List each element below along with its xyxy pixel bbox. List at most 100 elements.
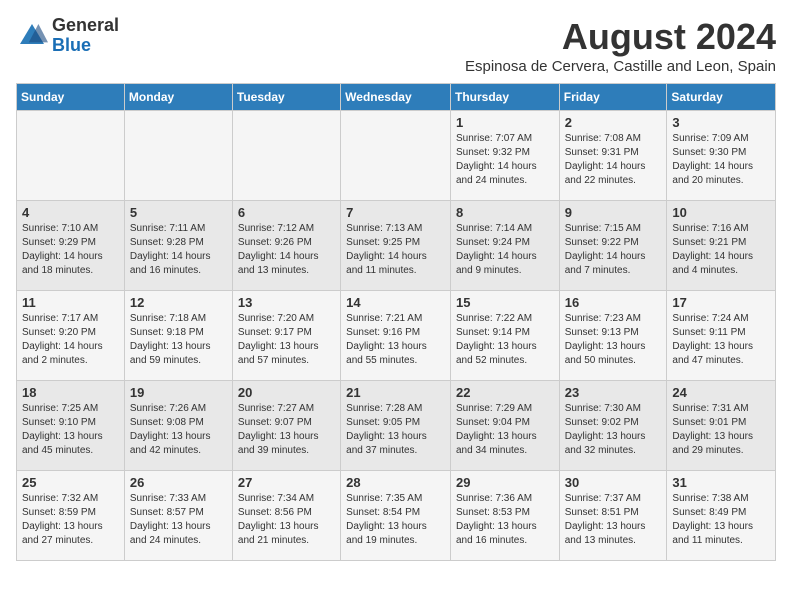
calendar-cell: 18Sunrise: 7:25 AM Sunset: 9:10 PM Dayli… [17,381,125,471]
calendar-cell: 15Sunrise: 7:22 AM Sunset: 9:14 PM Dayli… [450,291,559,381]
day-number: 4 [22,205,119,220]
day-number: 7 [346,205,445,220]
header-cell-tuesday: Tuesday [232,84,340,111]
calendar-cell [341,111,451,201]
day-number: 15 [456,295,554,310]
day-number: 5 [130,205,227,220]
day-number: 25 [22,475,119,490]
calendar-cell: 23 Sunrise: 7:30 AM Sunset: 9:02 PM Dayli… [559,381,667,471]
day-info: Sunrise: 7:09 AM Sunset: 9:30 PM Dayligh… [672,133,753,186]
day-info: Sunrise: 7:16 AM Sunset: 9:21 PM Dayligh… [672,223,753,276]
day-info: Sunrise: 7:12 AM Sunset: 9:26 PM Dayligh… [238,223,319,276]
day-number: 20 [238,385,335,400]
day-info: Sunrise: 7:34 AM Sunset: 8:56 PM Dayligh… [238,493,319,546]
calendar-cell: 5Sunrise: 7:11 AM Sunset: 9:28 PM Daylig… [124,201,232,291]
calendar-cell: 22 Sunrise: 7:29 AM Sunset: 9:04 PM Dayli… [450,381,559,471]
day-number: 27 [238,475,335,490]
week-row-5: 25 Sunrise: 7:32 AM Sunset: 8:59 PM Dayli… [17,471,776,561]
calendar-cell: 11Sunrise: 7:17 AM Sunset: 9:20 PM Dayli… [17,291,125,381]
day-number: 22 [456,385,554,400]
day-number: 8 [456,205,554,220]
day-info: Sunrise: 7:21 AM Sunset: 9:16 PM Dayligh… [346,313,427,366]
day-info: Sunrise: 7:36 AM Sunset: 8:53 PM Dayligh… [456,493,537,546]
week-row-1: 1Sunrise: 7:07 AM Sunset: 9:32 PM Daylig… [17,111,776,201]
calendar-header: SundayMondayTuesdayWednesdayThursdayFrid… [17,84,776,111]
day-info: Sunrise: 7:27 AM Sunset: 9:07 PM Dayligh… [238,403,319,456]
calendar-cell: 30 Sunrise: 7:37 AM Sunset: 8:51 PM Dayli… [559,471,667,561]
day-info: Sunrise: 7:13 AM Sunset: 9:25 PM Dayligh… [346,223,427,276]
day-number: 17 [672,295,770,310]
day-number: 9 [565,205,662,220]
calendar-cell: 17 Sunrise: 7:24 AM Sunset: 9:11 PM Dayli… [667,291,776,381]
day-number: 19 [130,385,227,400]
day-info: Sunrise: 7:38 AM Sunset: 8:49 PM Dayligh… [672,493,753,546]
day-number: 21 [346,385,445,400]
calendar-table: SundayMondayTuesdayWednesdayThursdayFrid… [16,83,776,561]
day-info: Sunrise: 7:31 AM Sunset: 9:01 PM Dayligh… [672,403,753,456]
header-cell-sunday: Sunday [17,84,125,111]
logo-blue: Blue [52,36,119,56]
day-info: Sunrise: 7:20 AM Sunset: 9:17 PM Dayligh… [238,313,319,366]
calendar-cell: 28Sunrise: 7:35 AM Sunset: 8:54 PM Dayli… [341,471,451,561]
header-row: SundayMondayTuesdayWednesdayThursdayFrid… [17,84,776,111]
week-row-4: 18Sunrise: 7:25 AM Sunset: 9:10 PM Dayli… [17,381,776,471]
calendar-cell: 8 Sunrise: 7:14 AM Sunset: 9:24 PM Daylig… [450,201,559,291]
day-number: 1 [456,115,554,130]
day-number: 14 [346,295,445,310]
calendar-cell: 21 Sunrise: 7:28 AM Sunset: 9:05 PM Dayli… [341,381,451,471]
day-info: Sunrise: 7:26 AM Sunset: 9:08 PM Dayligh… [130,403,211,456]
day-info: Sunrise: 7:32 AM Sunset: 8:59 PM Dayligh… [22,493,103,546]
day-number: 29 [456,475,554,490]
header-cell-thursday: Thursday [450,84,559,111]
month-year-title: August 2024 [465,16,776,58]
title-block: August 2024 Espinosa de Cervera, Castill… [465,16,776,75]
day-info: Sunrise: 7:33 AM Sunset: 8:57 PM Dayligh… [130,493,211,546]
week-row-2: 4Sunrise: 7:10 AM Sunset: 9:29 PM Daylig… [17,201,776,291]
calendar-cell: 24 Sunrise: 7:31 AM Sunset: 9:01 PM Dayli… [667,381,776,471]
day-info: Sunrise: 7:18 AM Sunset: 9:18 PM Dayligh… [130,313,211,366]
day-info: Sunrise: 7:23 AM Sunset: 9:13 PM Dayligh… [565,313,646,366]
calendar-cell: 14 Sunrise: 7:21 AM Sunset: 9:16 PM Dayli… [341,291,451,381]
day-number: 12 [130,295,227,310]
header-cell-wednesday: Wednesday [341,84,451,111]
day-info: Sunrise: 7:30 AM Sunset: 9:02 PM Dayligh… [565,403,646,456]
calendar-cell: 10 Sunrise: 7:16 AM Sunset: 9:21 PM Dayli… [667,201,776,291]
day-info: Sunrise: 7:08 AM Sunset: 9:31 PM Dayligh… [565,133,646,186]
calendar-cell: 19 Sunrise: 7:26 AM Sunset: 9:08 PM Dayli… [124,381,232,471]
week-row-3: 11Sunrise: 7:17 AM Sunset: 9:20 PM Dayli… [17,291,776,381]
header-cell-saturday: Saturday [667,84,776,111]
day-info: Sunrise: 7:25 AM Sunset: 9:10 PM Dayligh… [22,403,103,456]
day-number: 31 [672,475,770,490]
day-info: Sunrise: 7:28 AM Sunset: 9:05 PM Dayligh… [346,403,427,456]
calendar-cell: 31 Sunrise: 7:38 AM Sunset: 8:49 PM Dayli… [667,471,776,561]
day-number: 26 [130,475,227,490]
day-number: 10 [672,205,770,220]
calendar-cell: 13 Sunrise: 7:20 AM Sunset: 9:17 PM Dayli… [232,291,340,381]
calendar-cell: 1Sunrise: 7:07 AM Sunset: 9:32 PM Daylig… [450,111,559,201]
calendar-body: 1Sunrise: 7:07 AM Sunset: 9:32 PM Daylig… [17,111,776,561]
logo: General Blue [16,16,119,56]
day-number: 3 [672,115,770,130]
day-number: 28 [346,475,445,490]
day-number: 30 [565,475,662,490]
day-info: Sunrise: 7:24 AM Sunset: 9:11 PM Dayligh… [672,313,753,366]
header-cell-friday: Friday [559,84,667,111]
day-number: 13 [238,295,335,310]
calendar-cell: 20 Sunrise: 7:27 AM Sunset: 9:07 PM Dayli… [232,381,340,471]
calendar-cell: 16 Sunrise: 7:23 AM Sunset: 9:13 PM Dayli… [559,291,667,381]
calendar-cell: 3 Sunrise: 7:09 AM Sunset: 9:30 PM Daylig… [667,111,776,201]
calendar-cell: 7 Sunrise: 7:13 AM Sunset: 9:25 PM Daylig… [341,201,451,291]
calendar-cell: 9Sunrise: 7:15 AM Sunset: 9:22 PM Daylig… [559,201,667,291]
day-number: 24 [672,385,770,400]
day-number: 23 [565,385,662,400]
calendar-cell: 2 Sunrise: 7:08 AM Sunset: 9:31 PM Daylig… [559,111,667,201]
day-number: 2 [565,115,662,130]
logo-text: General Blue [52,16,119,56]
day-info: Sunrise: 7:37 AM Sunset: 8:51 PM Dayligh… [565,493,646,546]
day-info: Sunrise: 7:14 AM Sunset: 9:24 PM Dayligh… [456,223,537,276]
location-subtitle: Espinosa de Cervera, Castille and Leon, … [465,58,776,75]
page-header: General Blue August 2024 Espinosa de Cer… [16,16,776,75]
calendar-cell: 4Sunrise: 7:10 AM Sunset: 9:29 PM Daylig… [17,201,125,291]
day-number: 16 [565,295,662,310]
day-info: Sunrise: 7:29 AM Sunset: 9:04 PM Dayligh… [456,403,537,456]
